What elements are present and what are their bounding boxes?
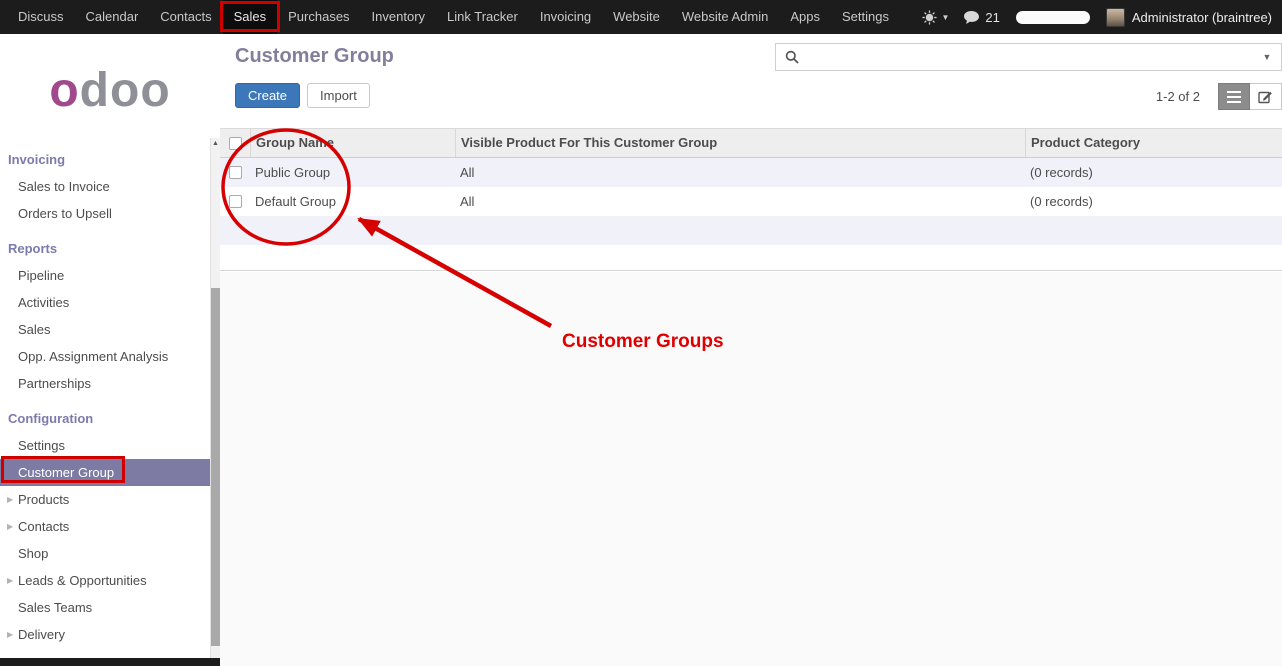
sidebar-item-partnerships[interactable]: Partnerships bbox=[0, 370, 210, 397]
cell-product-category: (0 records) bbox=[1025, 194, 1282, 209]
control-panel-buttons: Create Import bbox=[235, 83, 370, 108]
scroll-up-icon[interactable]: ▲ bbox=[211, 140, 220, 147]
status-pill-icon bbox=[1016, 11, 1090, 24]
search-input[interactable] bbox=[805, 49, 1253, 65]
column-header-group-name[interactable]: Group Name bbox=[250, 129, 455, 157]
menu-website[interactable]: Website bbox=[602, 0, 671, 34]
messages-count: 21 bbox=[985, 10, 999, 25]
table-row-public-group[interactable]: Public Group All (0 records) bbox=[220, 158, 1282, 187]
cell-visible-product: All bbox=[455, 165, 1025, 180]
expand-caret-icon: ▶ bbox=[7, 513, 13, 540]
cell-visible-product: All bbox=[455, 194, 1025, 209]
menu-website-admin[interactable]: Website Admin bbox=[671, 0, 779, 34]
bug-icon bbox=[922, 10, 937, 25]
sidebar-bottom-bar bbox=[0, 658, 220, 666]
sidebar-item-customer-group[interactable]: Customer Group bbox=[0, 459, 210, 486]
menu-sales[interactable]: Sales bbox=[223, 0, 278, 34]
sidebar-item-sales[interactable]: Sales bbox=[0, 316, 210, 343]
table-row-empty bbox=[220, 216, 1282, 245]
sidebar-section-reports-group: Reports Pipeline Activities Sales Opp. A… bbox=[0, 235, 220, 397]
cell-group-name: Public Group bbox=[250, 165, 455, 180]
sidebar-item-delivery[interactable]: ▶ Delivery bbox=[0, 621, 210, 648]
table-row-default-group[interactable]: Default Group All (0 records) bbox=[220, 187, 1282, 216]
cell-product-category: (0 records) bbox=[1025, 165, 1282, 180]
select-all-checkbox[interactable] bbox=[229, 137, 242, 150]
menu-sales-label: Sales bbox=[234, 9, 267, 24]
search-dropdown-icon[interactable]: ▼ bbox=[1253, 52, 1281, 62]
sidebar-item-label: Delivery bbox=[18, 627, 65, 642]
menu-inventory[interactable]: Inventory bbox=[361, 0, 436, 34]
list-view-button[interactable] bbox=[1218, 83, 1250, 110]
menu-calendar[interactable]: Calendar bbox=[75, 0, 150, 34]
row-checkbox[interactable] bbox=[229, 166, 242, 179]
expand-caret-icon: ▶ bbox=[7, 486, 13, 513]
table-row-empty bbox=[220, 245, 1282, 271]
sidebar-item-label: Contacts bbox=[18, 519, 69, 534]
chat-icon bbox=[963, 10, 980, 25]
sidebar-item-leads-opportunities[interactable]: ▶ Leads & Opportunities bbox=[0, 567, 210, 594]
table-header-row: Group Name Visible Product For This Cust… bbox=[220, 128, 1282, 158]
create-button[interactable]: Create bbox=[235, 83, 300, 108]
sidebar-item-shop[interactable]: Shop bbox=[0, 540, 210, 567]
expand-caret-icon: ▶ bbox=[7, 621, 13, 648]
messages-menu[interactable]: 21 bbox=[963, 10, 999, 25]
menu-link-tracker[interactable]: Link Tracker bbox=[436, 0, 529, 34]
topbar: Discuss Calendar Contacts Sales Purchase… bbox=[0, 0, 1282, 34]
sidebar-item-contacts[interactable]: ▶ Contacts bbox=[0, 513, 210, 540]
menu-settings[interactable]: Settings bbox=[831, 0, 900, 34]
list-background bbox=[220, 272, 1282, 666]
row-checkbox[interactable] bbox=[229, 195, 242, 208]
form-view-button[interactable] bbox=[1250, 83, 1282, 110]
sidebar-item-label: Customer Group bbox=[18, 465, 114, 480]
scrollbar-thumb[interactable] bbox=[211, 288, 220, 646]
menu-purchases[interactable]: Purchases bbox=[277, 0, 360, 34]
sidebar-item-label: Products bbox=[18, 492, 69, 507]
sidebar-item-sales-teams[interactable]: Sales Teams bbox=[0, 594, 210, 621]
main-content: Customer Group ▼ Create Import 1-2 of 2 bbox=[220, 34, 1282, 666]
list-icon bbox=[1227, 91, 1241, 103]
topbar-right: ▼ 21 Administrator (braintree) bbox=[908, 0, 1282, 34]
sidebar-section-reports: Reports bbox=[0, 235, 220, 262]
edit-icon bbox=[1258, 89, 1273, 104]
column-header-visible-product[interactable]: Visible Product For This Customer Group bbox=[455, 129, 1025, 157]
menu-contacts[interactable]: Contacts bbox=[149, 0, 222, 34]
sidebar-section-configuration: Configuration bbox=[0, 405, 220, 432]
sidebar-item-opp-assignment-analysis[interactable]: Opp. Assignment Analysis bbox=[0, 343, 210, 370]
sidebar-item-settings[interactable]: Settings bbox=[0, 432, 210, 459]
cell-group-name: Default Group bbox=[250, 194, 455, 209]
user-avatar[interactable] bbox=[1106, 8, 1125, 27]
sidebar-item-products[interactable]: ▶ Products bbox=[0, 486, 210, 513]
expand-caret-icon: ▶ bbox=[7, 567, 13, 594]
column-header-product-category[interactable]: Product Category bbox=[1025, 129, 1282, 157]
pager-area: 1-2 of 2 bbox=[1156, 83, 1282, 110]
debug-menu[interactable]: ▼ bbox=[922, 10, 949, 25]
sidebar-item-label: Leads & Opportunities bbox=[18, 573, 147, 588]
odoo-logo: odoo bbox=[0, 34, 220, 146]
menu-apps[interactable]: Apps bbox=[779, 0, 831, 34]
pager-range: 1-2 of 2 bbox=[1156, 89, 1200, 104]
user-menu[interactable]: Administrator (braintree) bbox=[1132, 10, 1272, 25]
search-view: ▼ bbox=[775, 43, 1282, 71]
menu-discuss[interactable]: Discuss bbox=[7, 0, 75, 34]
chevron-down-icon: ▼ bbox=[941, 13, 949, 22]
sidebar-item-activities[interactable]: Activities bbox=[0, 289, 210, 316]
page-title: Customer Group bbox=[235, 45, 394, 68]
sidebar-section-invoicing: Invoicing bbox=[0, 146, 220, 173]
sidebar-section-invoicing-group: Invoicing Sales to Invoice Orders to Ups… bbox=[0, 146, 220, 227]
sidebar-item-orders-to-upsell[interactable]: Orders to Upsell bbox=[0, 200, 210, 227]
sidebar-item-sales-to-invoice[interactable]: Sales to Invoice bbox=[0, 173, 210, 200]
logo-rest-letters: doo bbox=[80, 63, 171, 118]
top-menu: Discuss Calendar Contacts Sales Purchase… bbox=[0, 0, 900, 34]
sidebar: odoo Invoicing Sales to Invoice Orders t… bbox=[0, 34, 220, 666]
import-button[interactable]: Import bbox=[307, 83, 370, 108]
view-switcher bbox=[1218, 83, 1282, 110]
menu-invoicing[interactable]: Invoicing bbox=[529, 0, 602, 34]
sidebar-scrollbar: ▲ bbox=[210, 138, 220, 658]
sidebar-item-pipeline[interactable]: Pipeline bbox=[0, 262, 210, 289]
sidebar-section-configuration-group: Configuration Settings Customer Group ▶ … bbox=[0, 405, 220, 648]
customer-group-list: Group Name Visible Product For This Cust… bbox=[220, 128, 1282, 271]
search-icon bbox=[785, 50, 799, 64]
logo-accent-letter: o bbox=[49, 63, 79, 118]
